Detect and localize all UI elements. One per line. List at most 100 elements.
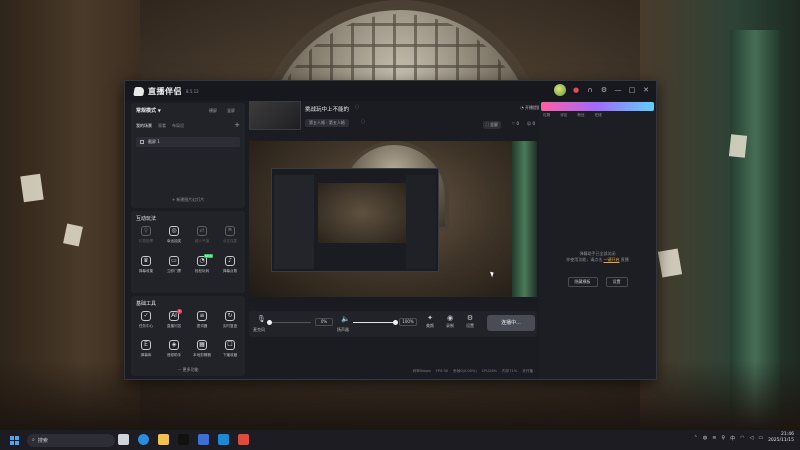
speaker-percent[interactable]: 100% [399, 318, 417, 326]
windows-start-icon[interactable] [10, 435, 19, 445]
portrait-button[interactable]: 竖屏 [227, 108, 235, 114]
taskbar-search[interactable]: ⌕ 搜索 [27, 433, 115, 447]
terminal-icon[interactable] [178, 434, 189, 445]
tab-comments[interactable]: 评论 [560, 113, 567, 118]
center-panel: 挑战玩中上不能的 ◌ 第五人格 · 第五人格 ◌ ◔ 开播提醒 ↗ 分享 ⛶ 全… [249, 101, 561, 381]
microphone-icon[interactable]: 🎙 [257, 315, 266, 323]
wifi-icon[interactable]: ◠ [740, 435, 744, 441]
tool-collect[interactable]: ☐ 下播收藏 [217, 340, 243, 358]
tool-label: 下播收藏 [222, 353, 238, 357]
mic-volume-slider[interactable] [266, 320, 311, 325]
speaker-volume-slider[interactable] [353, 320, 398, 325]
wallpaper-paper [728, 134, 748, 158]
app-icon[interactable] [198, 434, 209, 445]
chevron-up-icon[interactable]: ⌃ [694, 435, 698, 441]
add-scene-icon[interactable]: + [234, 121, 240, 129]
notification-icon[interactable]: ● [572, 86, 580, 94]
tab-watch[interactable]: 观看 [158, 123, 166, 129]
minimize-icon[interactable]: — [614, 86, 622, 94]
beauty-button[interactable]: ✦ 美颜 [421, 314, 439, 329]
edit-icon[interactable]: ◌ [355, 104, 359, 110]
panel-settings-button[interactable]: 设置 [605, 277, 628, 287]
room-cover-thumbnail[interactable] [249, 101, 301, 130]
settings-button[interactable]: ⚙ 设置 [461, 314, 479, 329]
tool-co-host[interactable]: ⚑ 点名连麦 [217, 226, 243, 244]
tool-label: 本地剪辑器 [193, 353, 211, 357]
scene-mode-dropdown[interactable]: 常规模式 ▼ [136, 107, 161, 114]
tool-task-center[interactable]: ✓ 任务中心 [133, 311, 159, 329]
tab-layout[interactable]: 布局设 [172, 123, 184, 129]
tool-ai-qa[interactable]: AI 直播问答 1 [161, 309, 187, 329]
record-label: 录制 [446, 323, 454, 328]
fullscreen-button[interactable]: ⛶ 全屏 [482, 121, 501, 129]
status-bar: 码率0kbps FPS:30 丢帧0(0.00%) CPU26% 内存71% 未… [413, 369, 533, 374]
tool-gift-vote[interactable]: ♀ 礼物投票 [133, 226, 159, 244]
edge-browser-icon[interactable] [138, 434, 149, 445]
task-view-icon[interactable] [118, 434, 129, 445]
headset-icon[interactable]: ∩ [586, 86, 594, 94]
live-companion-taskbar-icon[interactable] [238, 434, 249, 445]
clock[interactable]: 21:46 2025/11/15 [768, 432, 794, 444]
stream-preview[interactable] [249, 141, 537, 303]
settings-app-icon[interactable] [218, 434, 229, 445]
scene-list-item[interactable]: 截屏 1 [136, 137, 240, 147]
go-live-button[interactable]: 连播中... [487, 315, 535, 331]
speaker-volume-knob[interactable] [392, 320, 398, 325]
mic-volume-knob[interactable] [266, 320, 272, 325]
room-category-tag[interactable]: 第五人格 · 第五人格 [305, 119, 349, 127]
tool-danmaku-collect[interactable]: ♛ 弹幕收集 [133, 256, 159, 274]
new-source-button[interactable]: + 新建图片幻灯片 [131, 197, 245, 203]
wallpaper-paper [20, 173, 44, 203]
mic-percent[interactable]: 0% [315, 318, 333, 326]
room-title[interactable]: 挑战玩中上不能的 [305, 105, 349, 113]
tool-lottery[interactable]: ◎ 幸运抽奖 [161, 226, 187, 244]
tool-audio-helper[interactable]: ◈ 音频助手 [161, 340, 187, 358]
tab-my-scenes[interactable]: 我的场景 [136, 123, 152, 129]
ime-indicator[interactable]: 中 [730, 435, 735, 442]
hide-panel-button[interactable]: 隐藏横板 [567, 277, 598, 287]
tab-online[interactable]: 在线 [595, 113, 602, 118]
taskbar-apps [118, 434, 249, 445]
windows-taskbar: ⌕ 搜索 ⌃ ◍ ≋ ♀ 中 ◠ ◁ ▭ 21:46 2025/11/15 [0, 430, 800, 450]
landscape-button[interactable]: 横屏 [209, 108, 217, 114]
network-icon[interactable]: ≋ [712, 435, 716, 441]
volume-icon[interactable]: ◁ [749, 435, 753, 441]
interactive-title: 互动玩法 [136, 216, 157, 222]
mic-label: 麦克风 [253, 327, 265, 332]
wallpaper-paper [657, 248, 683, 278]
screen-capture-icon [140, 140, 144, 144]
steam-icon[interactable]: ◍ [703, 435, 707, 441]
promo-banner[interactable] [541, 102, 654, 111]
settings-small-icon[interactable]: ◌ [361, 119, 365, 125]
file-explorer-icon[interactable] [158, 434, 169, 445]
tab-fans[interactable]: 粉丝 [577, 113, 584, 118]
viewers-count: ☺ 0 [527, 121, 535, 126]
tool-label: 实时复盘 [222, 324, 238, 328]
scene-panel: 常规模式 ▼ 横屏 竖屏 我的场景 观看 布局设 + 截屏 1 + 新建图片幻灯… [131, 103, 245, 208]
mouse-cursor-icon [490, 270, 495, 278]
tool-review[interactable]: ↻ 实时复盘 [217, 311, 243, 329]
user-avatar[interactable] [554, 84, 566, 96]
tool-ticket[interactable]: ▭ 立即门票 [161, 256, 187, 274]
tool-teleprompter[interactable]: ≡ 提词器 [189, 311, 215, 329]
enable-all-link[interactable]: 一键开启 [604, 257, 620, 262]
tab-gifts[interactable]: 礼物 [543, 113, 550, 118]
tool-popularity[interactable]: ⇄ 超人气值 [189, 226, 215, 244]
settings-icon[interactable]: ⚙ [600, 86, 608, 94]
scene-mode-label: 常规模式 [136, 108, 157, 114]
speaker-icon[interactable]: 🔈 [341, 315, 350, 323]
maximize-icon[interactable]: □ [628, 86, 636, 94]
tool-song-request[interactable]: ♪ 弹幕点歌 [217, 256, 243, 274]
tool-danmaku-lib[interactable]: E 弹幕库 [133, 340, 159, 358]
record-button[interactable]: ◉ 录制 [441, 314, 459, 329]
live-reminder-button[interactable]: ◔ 开播提醒 [520, 105, 541, 111]
close-icon[interactable]: ✕ [642, 86, 650, 94]
tool-easy-play[interactable]: ◔ 轻松玩转 NEW [189, 254, 215, 274]
more-features-button[interactable]: ··· 更多功能 [131, 367, 245, 373]
tool-local-clip[interactable]: ▦ 本地剪辑器 [189, 340, 215, 358]
battery-icon[interactable]: ▭ [758, 435, 763, 441]
new-source-label: 新建图片幻灯片 [176, 197, 205, 202]
ai-label: AI [171, 312, 177, 319]
message-suffix: 直播 [620, 257, 629, 262]
mic-tray-icon[interactable]: ♀ [721, 435, 725, 441]
